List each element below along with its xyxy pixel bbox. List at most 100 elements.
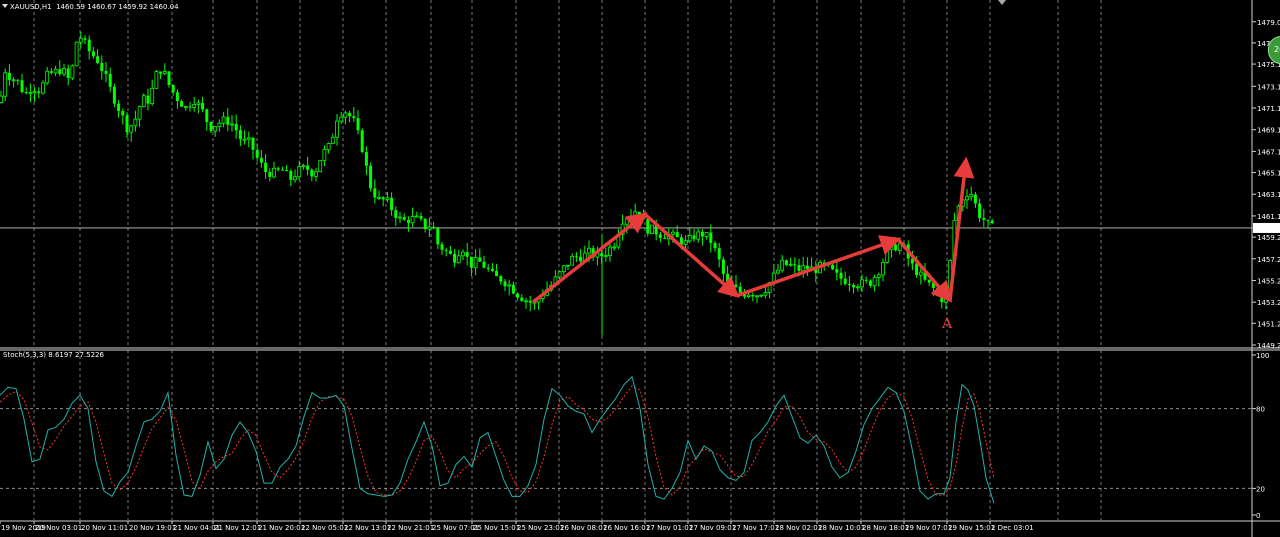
candle-body-bear bbox=[717, 248, 721, 260]
candle-body-bear bbox=[83, 38, 87, 40]
candle-body-bear bbox=[356, 118, 360, 131]
candle-body-bear bbox=[16, 79, 20, 81]
candle-body-bull bbox=[330, 136, 335, 144]
candle-body-bear bbox=[20, 80, 24, 92]
time-label: 21 Nov 20:01 bbox=[258, 524, 305, 532]
candle-body-bear bbox=[675, 232, 679, 238]
candle-body-bull bbox=[801, 265, 806, 272]
candle-body-bull bbox=[293, 176, 297, 181]
candle-body-bull bbox=[889, 244, 894, 251]
candle-body-bull bbox=[918, 271, 923, 276]
chart-canvas: 19 Nov 201920 Nov 03:0120 Nov 11:01 20 No… bbox=[0, 0, 1280, 537]
candle-body-bear bbox=[713, 242, 717, 249]
candle-body-bull bbox=[687, 235, 692, 242]
candle-body-bear bbox=[423, 218, 427, 230]
dropdown-icon[interactable] bbox=[2, 4, 8, 8]
candle-body-bear bbox=[520, 297, 524, 301]
candle-body-bear bbox=[255, 149, 259, 158]
price-tick-label: 1465.15 bbox=[1257, 170, 1280, 178]
candle-body-bear bbox=[268, 171, 272, 177]
candle-body-bull bbox=[755, 295, 759, 298]
candle-body-bear bbox=[167, 71, 171, 86]
stoch-tick-label: 100 bbox=[1256, 352, 1269, 360]
candle-body-bull bbox=[629, 215, 633, 220]
price-tick-label: 1471.10 bbox=[1257, 105, 1280, 113]
candle-body-bull bbox=[969, 194, 974, 198]
candle-body-bear bbox=[58, 69, 62, 75]
candle-body-bear bbox=[831, 264, 835, 270]
candle-body-bull bbox=[150, 87, 155, 104]
candle-body-bear bbox=[276, 168, 280, 170]
candle-body-bear bbox=[915, 263, 919, 276]
candle-body-bear bbox=[839, 272, 843, 279]
candle-body-bull bbox=[872, 276, 877, 287]
candle-body-bear bbox=[121, 110, 125, 116]
candle-body-bear bbox=[146, 95, 150, 104]
candle-body-bull bbox=[427, 226, 432, 230]
candle-body-bear bbox=[419, 216, 423, 219]
current-price-label: 1460.04 bbox=[1255, 225, 1280, 233]
candle-body-bear bbox=[503, 281, 507, 287]
candle-body-bull bbox=[557, 271, 562, 278]
candle-body-bull bbox=[855, 286, 860, 289]
time-label: 27 Nov 17:01 bbox=[732, 524, 779, 532]
candle-body-bull bbox=[776, 269, 780, 274]
candle-body-bull bbox=[242, 138, 247, 141]
candle-body-bear bbox=[637, 211, 641, 216]
candle-body-bull bbox=[759, 294, 764, 297]
ohlc-values: 1460.59 1460.67 1459.92 1460.04 bbox=[56, 3, 179, 11]
candle-body-bull bbox=[398, 216, 402, 219]
candle-body-bear bbox=[482, 261, 486, 268]
candle-body-bear bbox=[364, 152, 368, 166]
candle-body-bear bbox=[87, 39, 91, 52]
time-label: 28 Nov 02:01 bbox=[775, 524, 822, 532]
candle-body-bull bbox=[414, 215, 419, 218]
candle-body-bull bbox=[74, 41, 79, 67]
symbol-header[interactable]: XAUUSD,H1 1460.59 1460.67 1459.92 1460.0… bbox=[2, 3, 179, 12]
candle-body-bear bbox=[402, 217, 406, 220]
candle-body-bear bbox=[486, 267, 490, 269]
candle-body-bear bbox=[784, 260, 788, 265]
candle-body-bull bbox=[141, 95, 146, 108]
candle-body-bull bbox=[326, 143, 331, 151]
shift-marker-icon[interactable] bbox=[998, 0, 1006, 5]
candle-body-bear bbox=[864, 279, 868, 281]
price-tick-label: 1461.15 bbox=[1257, 213, 1280, 221]
candle-body-bull bbox=[746, 294, 751, 297]
candle-body-bear bbox=[369, 165, 373, 189]
candle-body-bear bbox=[738, 286, 742, 293]
time-label: 28 Nov 18:01 bbox=[862, 524, 909, 532]
candle-body-bull bbox=[28, 92, 33, 95]
candle-body-bull bbox=[339, 116, 344, 122]
candle-body-bull bbox=[763, 292, 768, 296]
candle-body-bear bbox=[348, 112, 352, 117]
candle-body-bull bbox=[217, 122, 222, 128]
candle-body-bull bbox=[587, 247, 591, 254]
price-tick-label: 1457.20 bbox=[1257, 256, 1280, 264]
price-tick-label: 1473.10 bbox=[1257, 83, 1280, 91]
candle-body-bull bbox=[196, 102, 201, 105]
candle-body-bear bbox=[700, 231, 704, 237]
candle-body-bear bbox=[528, 300, 532, 303]
candle-body-bear bbox=[264, 162, 268, 172]
candle-body-bear bbox=[432, 226, 436, 229]
stoch-header: Stoch(5,3,3) 8.6197 27.5226 bbox=[3, 351, 104, 360]
candle-body-bear bbox=[49, 71, 53, 73]
candle-body-bull bbox=[377, 196, 381, 199]
stoch-values: 8.6197 27.5226 bbox=[48, 351, 104, 359]
candle-body-bear bbox=[259, 157, 263, 163]
time-label: 28 Nov 10:01 bbox=[818, 524, 865, 532]
candle-body-bull bbox=[41, 82, 45, 94]
candle-body-bull bbox=[561, 265, 566, 273]
candle-body-bull bbox=[683, 240, 688, 246]
candle-body-bear bbox=[495, 270, 499, 277]
candle-body-bear bbox=[205, 109, 209, 122]
candle-body-bull bbox=[0, 95, 3, 103]
candle-body-bull bbox=[566, 264, 570, 267]
time-label: 25 Nov 23:01 bbox=[517, 524, 564, 532]
candle-body-bull bbox=[650, 224, 654, 234]
candle-body-bear bbox=[188, 106, 192, 108]
price-tick-label: 1451.25 bbox=[1257, 320, 1280, 328]
candle-body-bull bbox=[696, 231, 701, 240]
candle-body-bear bbox=[280, 169, 284, 171]
